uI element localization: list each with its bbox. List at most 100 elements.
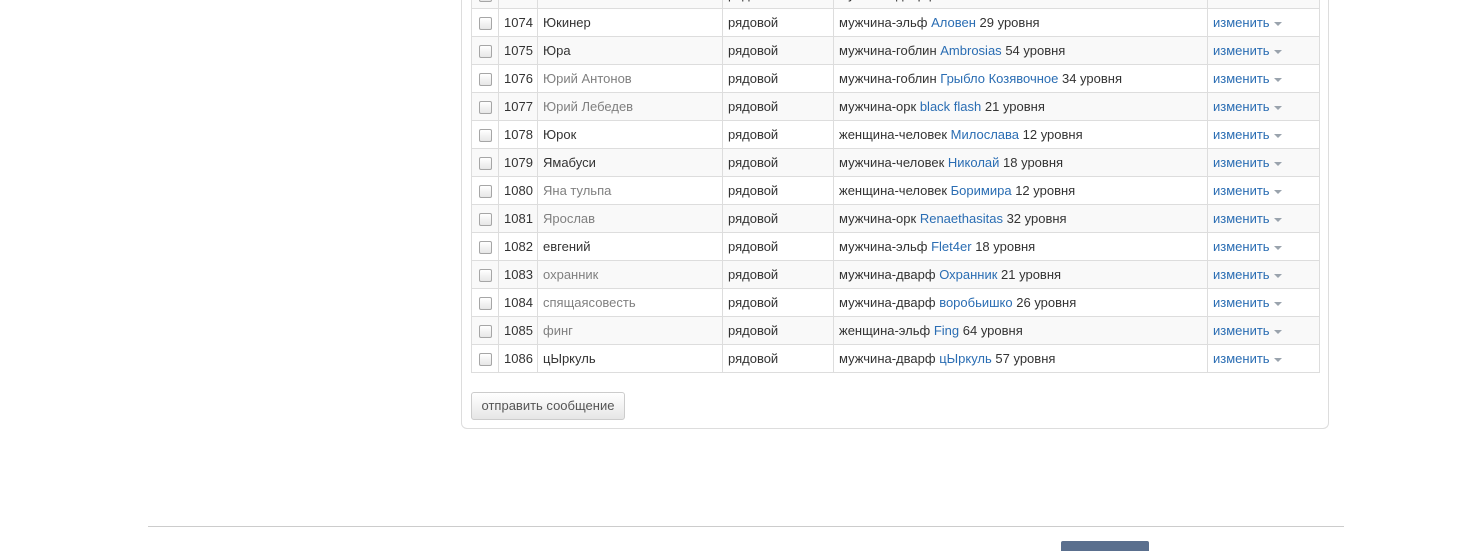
- member-name[interactable]: евгений: [543, 239, 591, 254]
- member-row: 1086 цЫркуль рядовой мужчина-дварф цЫркуль …: [471, 344, 1320, 373]
- caret-down-icon: [1273, 105, 1282, 110]
- character-name-link[interactable]: Fing: [934, 323, 959, 338]
- character-name-link[interactable]: Охранник: [939, 267, 997, 282]
- character-name-link[interactable]: black flash: [920, 99, 981, 114]
- select-checkbox[interactable]: [478, 213, 492, 227]
- member-character-cell: мужчина-орк black flash 21 уровня: [833, 92, 1208, 121]
- member-number: 1076: [498, 64, 538, 93]
- member-name-cell: Яна тульпа: [537, 176, 723, 205]
- character-name-link[interactable]: Flet4er: [931, 239, 971, 254]
- select-checkbox[interactable]: [478, 129, 492, 143]
- edit-label: изменить: [1213, 211, 1270, 226]
- member-rank: рядовой: [722, 64, 834, 93]
- action-cell: изменить: [1207, 344, 1320, 373]
- select-checkbox[interactable]: [478, 73, 492, 87]
- select-checkbox[interactable]: [478, 297, 492, 311]
- member-name[interactable]: цЫркуль: [543, 351, 596, 366]
- select-checkbox[interactable]: [478, 157, 492, 171]
- caret-down-icon: [1273, 245, 1282, 250]
- character-level: 18 уровня: [975, 239, 1036, 254]
- character-race: женщина-эльф: [839, 323, 931, 338]
- character-name-link[interactable]: Ambrosias: [940, 43, 1001, 58]
- edit-dropdown[interactable]: изменить: [1213, 15, 1282, 30]
- character-race: женщина-человек: [839, 183, 948, 198]
- select-checkbox[interactable]: [478, 101, 492, 115]
- select-checkbox[interactable]: [478, 45, 492, 59]
- edit-label: изменить: [1213, 15, 1270, 30]
- select-cell: [471, 260, 499, 289]
- member-number: 1086: [498, 344, 538, 373]
- member-number: 1085: [498, 316, 538, 345]
- edit-dropdown[interactable]: изменить: [1213, 323, 1282, 338]
- character-name-link[interactable]: Николай: [948, 155, 1000, 170]
- edit-dropdown[interactable]: изменить: [1213, 267, 1282, 282]
- select-checkbox[interactable]: [478, 353, 492, 367]
- edit-dropdown[interactable]: изменить: [1213, 239, 1282, 254]
- member-character-cell: мужчина-дварф: [833, 0, 1208, 9]
- member-character-cell: мужчина-гоблин Ambrosias 54 уровня: [833, 36, 1208, 65]
- character-name-link[interactable]: Renaethasitas: [920, 211, 1003, 226]
- edit-dropdown[interactable]: изменить: [1213, 155, 1282, 170]
- member-row: 1078 Юрок рядовой женщина-человек Милослава…: [471, 120, 1320, 149]
- select-checkbox[interactable]: [478, 325, 492, 339]
- member-name-cell: Юрий Антонов: [537, 64, 723, 93]
- send-message-button[interactable]: отправить сообщение: [471, 392, 625, 420]
- member-character-cell: женщина-человек Боримира 12 уровня: [833, 176, 1208, 205]
- edit-dropdown[interactable]: изменить: [1213, 211, 1282, 226]
- select-checkbox[interactable]: [478, 0, 492, 3]
- edit-dropdown[interactable]: изменить: [1213, 71, 1282, 86]
- edit-label: изменить: [1213, 351, 1270, 366]
- select-checkbox[interactable]: [478, 185, 492, 199]
- member-name[interactable]: Ямабуси: [543, 155, 596, 170]
- select-cell: [471, 148, 499, 177]
- member-name-cell: Юкинер: [537, 8, 723, 37]
- action-cell: изменить: [1207, 8, 1320, 37]
- footer-divider: [148, 526, 1344, 527]
- action-cell: изменить: [1207, 316, 1320, 345]
- footer-badge: [1061, 541, 1149, 551]
- character-race: мужчина-орк: [839, 99, 917, 114]
- member-name-cell: Юрок: [537, 120, 723, 149]
- edit-dropdown[interactable]: изменить: [1213, 351, 1282, 366]
- character-name-link[interactable]: Милослава: [951, 127, 1019, 142]
- character-level: 64 уровня: [962, 323, 1023, 338]
- edit-dropdown[interactable]: изменить: [1213, 0, 1282, 2]
- character-name-link[interactable]: цЫркуль: [939, 351, 992, 366]
- select-checkbox[interactable]: [478, 17, 492, 31]
- edit-dropdown[interactable]: изменить: [1213, 43, 1282, 58]
- character-name-link[interactable]: Грыбло Козявочное: [940, 71, 1058, 86]
- member-name[interactable]: Юрок: [543, 127, 576, 142]
- character-race: мужчина-гоблин: [839, 71, 937, 86]
- character-name-link[interactable]: воробьишко: [939, 295, 1012, 310]
- member-name-cell: Ярослав: [537, 204, 723, 233]
- action-cell: изменить: [1207, 288, 1320, 317]
- character-name-link[interactable]: Боримира: [951, 183, 1012, 198]
- member-character-cell: мужчина-гоблин Грыбло Козявочное 34 уров…: [833, 64, 1208, 93]
- caret-down-icon: [1273, 133, 1282, 138]
- member-row: 1080 Яна тульпа рядовой женщина-человек Бор…: [471, 176, 1320, 205]
- edit-label: изменить: [1213, 323, 1270, 338]
- member-rank: рядовой: [722, 344, 834, 373]
- edit-dropdown[interactable]: изменить: [1213, 99, 1282, 114]
- character-name-link[interactable]: Аловен: [931, 15, 976, 30]
- member-name: охранник: [543, 267, 599, 282]
- character-level: 54 уровня: [1005, 43, 1066, 58]
- select-checkbox[interactable]: [478, 269, 492, 283]
- member-name-cell: спящаясовесть: [537, 288, 723, 317]
- action-cell: изменить: [1207, 64, 1320, 93]
- member-name-cell: Юрий Лебедев: [537, 92, 723, 121]
- edit-label: изменить: [1213, 0, 1270, 2]
- character-race: мужчина-дварф: [839, 295, 936, 310]
- action-cell: изменить: [1207, 176, 1320, 205]
- caret-down-icon: [1273, 301, 1282, 306]
- edit-dropdown[interactable]: изменить: [1213, 183, 1282, 198]
- member-row: рядовой мужчина-дварф изменить: [471, 0, 1320, 9]
- edit-dropdown[interactable]: изменить: [1213, 127, 1282, 142]
- select-cell: [471, 36, 499, 65]
- action-cell: изменить: [1207, 232, 1320, 261]
- edit-dropdown[interactable]: изменить: [1213, 295, 1282, 310]
- member-name[interactable]: Юра: [543, 43, 571, 58]
- select-checkbox[interactable]: [478, 241, 492, 255]
- character-level: 18 уровня: [1003, 155, 1064, 170]
- member-name[interactable]: Юкинер: [543, 15, 591, 30]
